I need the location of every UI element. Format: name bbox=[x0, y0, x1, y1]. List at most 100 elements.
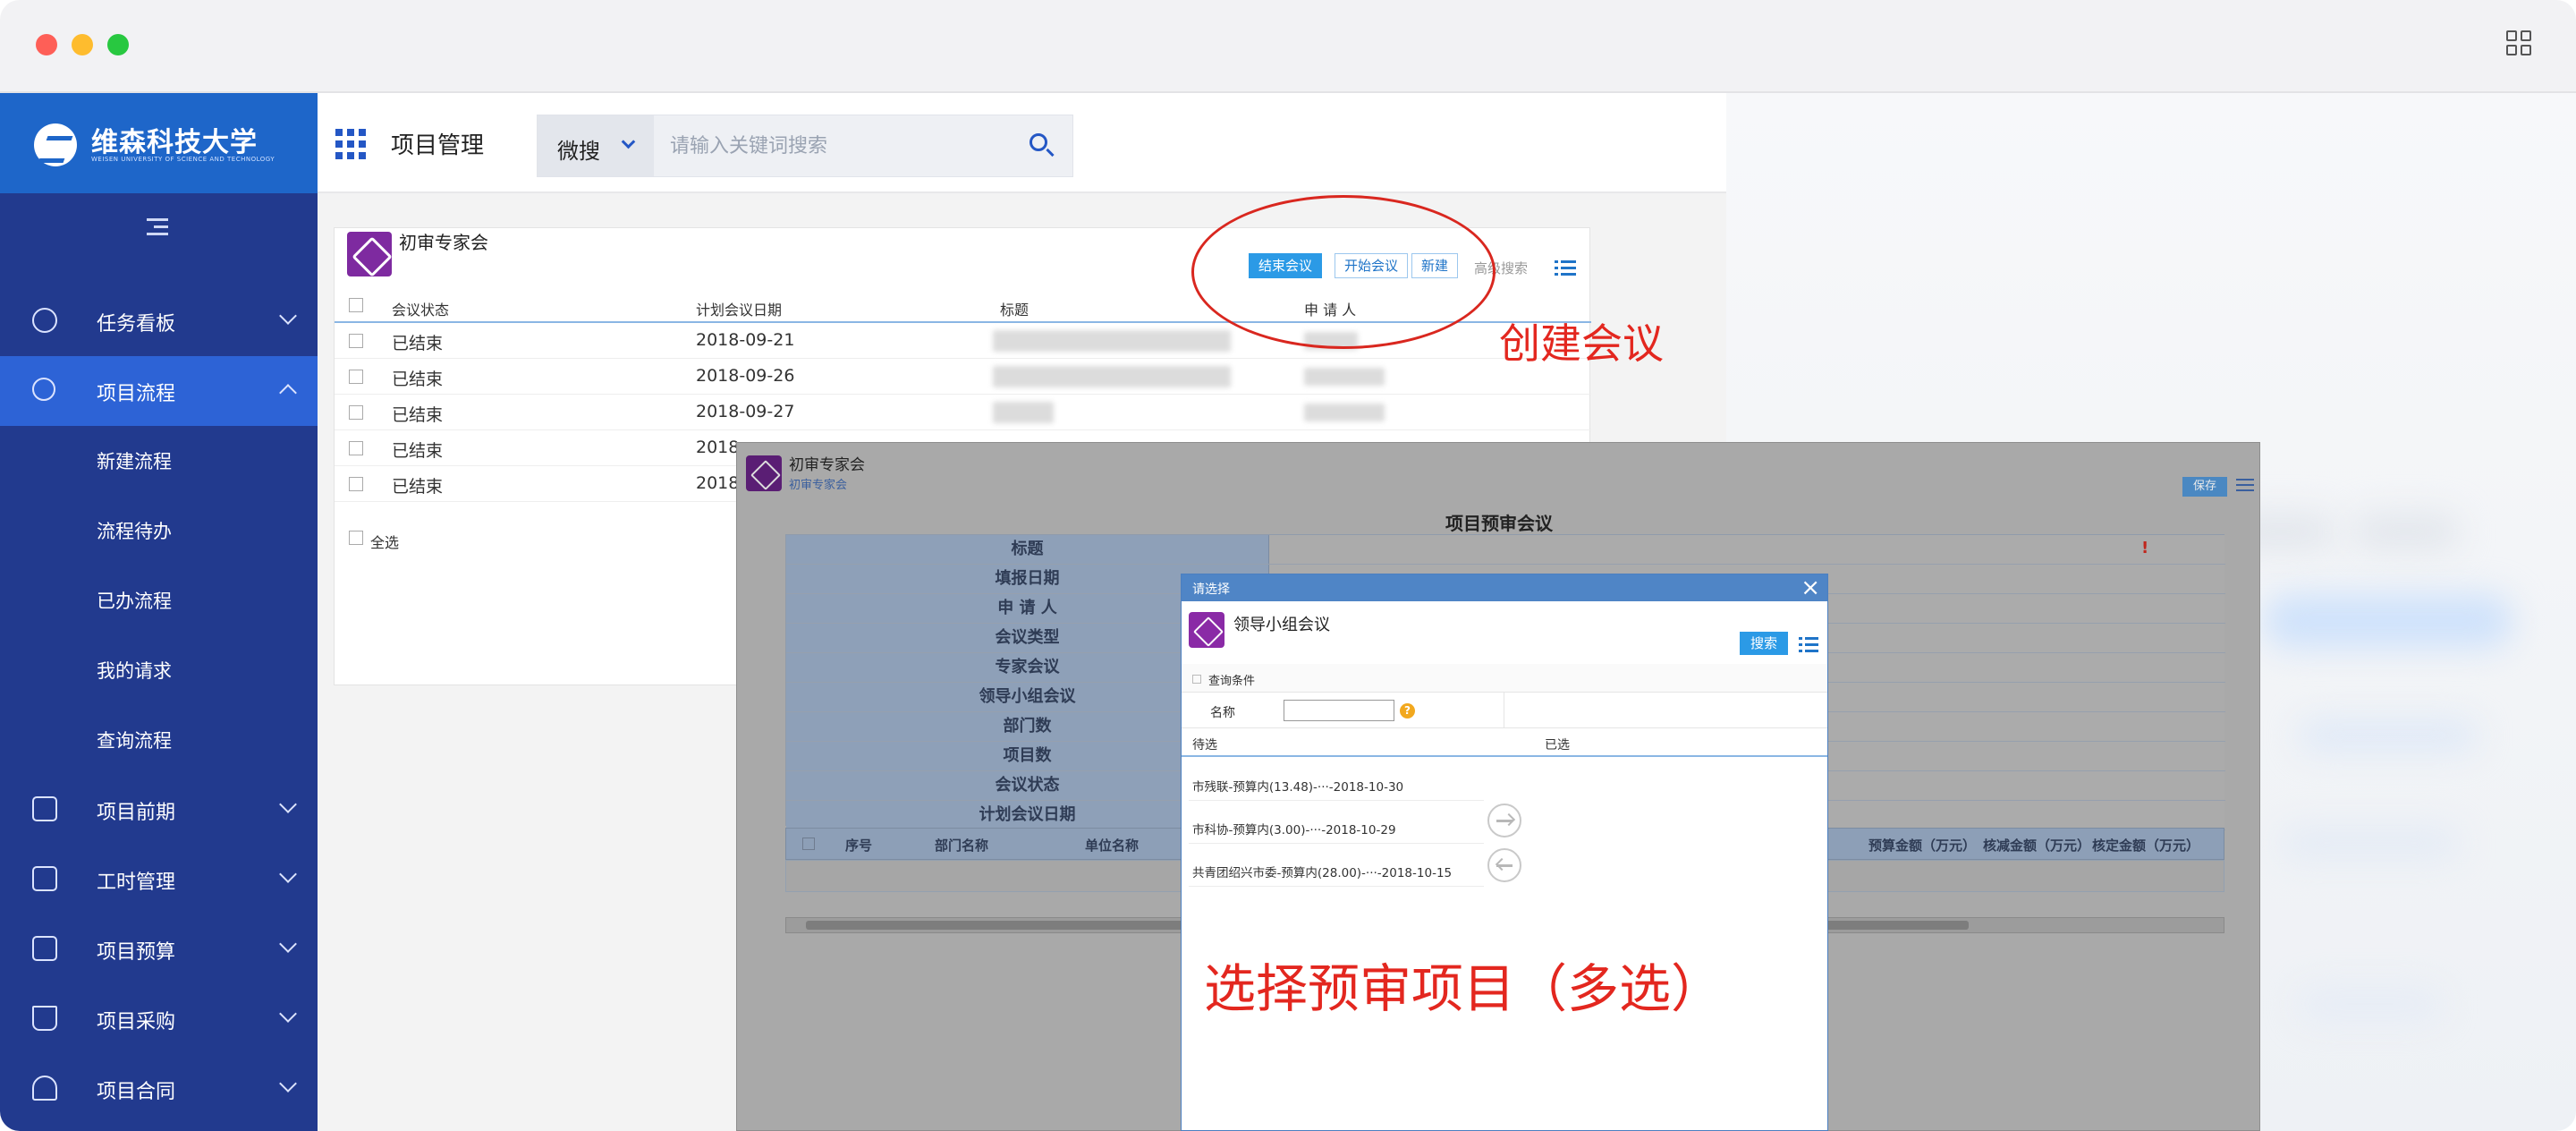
sidebar-item-label: 任务看板 bbox=[97, 313, 176, 336]
title-bar bbox=[0, 0, 2576, 93]
chevron-down-icon bbox=[279, 1075, 297, 1093]
field-label: 标题 bbox=[786, 535, 1269, 564]
stamp-icon bbox=[32, 1076, 57, 1101]
row-checkbox[interactable] bbox=[349, 334, 363, 348]
list-view-icon[interactable] bbox=[1555, 259, 1576, 276]
sidebar-item-project-flow[interactable]: 项目流程 bbox=[0, 356, 318, 426]
chevron-down-icon bbox=[279, 1005, 297, 1023]
collapse-toggle-icon[interactable] bbox=[1192, 675, 1201, 684]
selected-label: 已选 bbox=[1545, 738, 1570, 753]
grid-icon[interactable] bbox=[2506, 30, 2533, 57]
sidebar-item-contract[interactable]: 项目合同 bbox=[0, 1054, 318, 1124]
redacted-title bbox=[993, 330, 1231, 352]
dialog-search-button[interactable]: 搜索 bbox=[1740, 632, 1788, 655]
grid-col-budget: 预算金额（万元） bbox=[1868, 838, 1977, 854]
grid-header-checkbox[interactable] bbox=[802, 838, 815, 850]
form-breadcrumb[interactable]: 初审专家会 bbox=[789, 475, 847, 492]
top-header: 项目管理 微搜 bbox=[318, 93, 1726, 193]
list-view-icon[interactable] bbox=[1799, 635, 1818, 653]
sidebar-subitem-label: 我的请求 bbox=[97, 660, 172, 682]
column-header-status: 会议状态 bbox=[392, 302, 450, 319]
row-status: 已结束 bbox=[392, 370, 444, 389]
sidebar-item-pre-project[interactable]: 项目前期 bbox=[0, 775, 318, 845]
row-checkbox[interactable] bbox=[349, 441, 363, 455]
budget-icon bbox=[32, 936, 57, 961]
divider bbox=[1189, 843, 1484, 844]
candidate-item[interactable]: 市残联-预算内(13.48)-···-2018-10-30 bbox=[1192, 777, 1403, 795]
row-status: 已结束 bbox=[392, 334, 444, 353]
form-heading: 项目预审会议 bbox=[1445, 513, 1553, 534]
query-conditions-section[interactable]: 查询条件 bbox=[1182, 664, 1827, 693]
sidebar-subitem-label: 已办流程 bbox=[97, 591, 172, 612]
brand-title: 维森科技大学 bbox=[91, 127, 258, 158]
zoom-window-button[interactable] bbox=[107, 34, 129, 55]
title-field[interactable]: ! bbox=[1270, 535, 2224, 564]
sidebar-subitem-query-flow[interactable]: 查询流程 bbox=[0, 705, 318, 775]
sidebar-subitem-label: 查询流程 bbox=[97, 730, 172, 752]
help-icon[interactable]: ? bbox=[1400, 703, 1415, 719]
dashboard-icon bbox=[32, 308, 57, 333]
name-label: 名称 bbox=[1210, 706, 1235, 720]
selection-columns: 待选 已选 bbox=[1182, 728, 1827, 757]
page-title: 项目管理 bbox=[391, 132, 485, 159]
meeting-module-icon bbox=[347, 232, 392, 276]
meeting-list-title: 初审专家会 bbox=[399, 232, 488, 253]
search-bar: 微搜 bbox=[537, 115, 1073, 177]
chevron-down-icon bbox=[279, 307, 297, 325]
name-input[interactable] bbox=[1284, 700, 1394, 721]
collapse-icon[interactable] bbox=[147, 218, 170, 236]
sidebar-item-timesheet[interactable]: 工时管理 bbox=[0, 845, 318, 914]
sidebar-item-label: 项目前期 bbox=[97, 802, 176, 824]
sidebar-item-label: 工时管理 bbox=[97, 872, 176, 894]
brand-bar: 维森科技大学 WEISEN UNIVERSITY OF SCIENCE AND … bbox=[0, 93, 318, 193]
candidate-item[interactable]: 共青团绍兴市委-预算内(28.00)-···-2018-10-15 bbox=[1192, 863, 1452, 880]
row-checkbox[interactable] bbox=[349, 370, 363, 384]
header-checkbox[interactable] bbox=[349, 298, 363, 312]
redacted-applicant bbox=[1304, 404, 1385, 421]
chevron-down-icon bbox=[621, 134, 636, 149]
minimize-window-button[interactable] bbox=[72, 34, 93, 55]
candidate-item[interactable]: 市科协-预算内(3.00)-···-2018-10-29 bbox=[1192, 820, 1396, 838]
column-header-title: 标题 bbox=[1000, 302, 1030, 319]
dialog-title: 领导小组会议 bbox=[1233, 616, 1330, 634]
close-window-button[interactable] bbox=[36, 34, 57, 55]
search-icon[interactable] bbox=[1028, 132, 1056, 160]
list-icon bbox=[32, 866, 57, 891]
remove-selected-arrow-icon[interactable] bbox=[1487, 848, 1521, 882]
sidebar-item-procurement[interactable]: 项目采购 bbox=[0, 984, 318, 1054]
sidebar-item-budget[interactable]: 项目预算 bbox=[0, 914, 318, 984]
annotation-ellipse bbox=[1191, 195, 1496, 349]
search-scope-label: 微搜 bbox=[557, 139, 600, 164]
search-scope-select[interactable]: 微搜 bbox=[538, 115, 654, 176]
form-row-title: 标题 ! bbox=[786, 535, 2225, 565]
redacted-title bbox=[993, 402, 1054, 423]
app-window: 维森科技大学 WEISEN UNIVERSITY OF SCIENCE AND … bbox=[0, 0, 2576, 1131]
list-view-icon[interactable] bbox=[2236, 477, 2254, 493]
divider bbox=[1189, 886, 1484, 887]
sidebar-item-task-board[interactable]: 任务看板 bbox=[0, 286, 318, 356]
row-status: 已结束 bbox=[392, 441, 444, 461]
sidebar-subitem-done-flow[interactable]: 已办流程 bbox=[0, 566, 318, 635]
sidebar-subitem-label: 新建流程 bbox=[97, 451, 172, 472]
meeting-module-icon bbox=[746, 455, 782, 491]
row-checkbox[interactable] bbox=[349, 477, 363, 491]
search-input[interactable] bbox=[670, 126, 1010, 166]
sidebar-subitem-my-requests[interactable]: 我的请求 bbox=[0, 635, 318, 705]
required-icon: ! bbox=[2141, 539, 2149, 557]
close-icon[interactable]: × bbox=[1801, 574, 1820, 601]
sidebar-item-label: 项目预算 bbox=[97, 941, 176, 964]
dialog-title-bar: 请选择 × bbox=[1182, 574, 1827, 601]
sidebar-subitem-flow-todo[interactable]: 流程待办 bbox=[0, 496, 318, 566]
row-date: 2018 bbox=[696, 438, 740, 457]
apps-grid-icon[interactable] bbox=[335, 129, 366, 159]
table-row[interactable]: 已结束 2018-09-26 bbox=[335, 359, 1591, 395]
save-button[interactable]: 保存 bbox=[2182, 477, 2227, 497]
table-row[interactable]: 已结束 2018-09-27 bbox=[335, 395, 1591, 430]
sidebar-subitem-new-flow[interactable]: 新建流程 bbox=[0, 426, 318, 496]
select-all-checkbox[interactable] bbox=[349, 531, 363, 545]
row-checkbox[interactable] bbox=[349, 405, 363, 420]
grid-col-unit: 单位名称 bbox=[1085, 838, 1140, 854]
select-dialog: 请选择 × 领导小组会议 搜索 查询条件 名称 ? 待选 已选 市残联-预算内(… bbox=[1181, 574, 1828, 1131]
add-selected-arrow-icon[interactable] bbox=[1487, 804, 1521, 838]
query-conditions-label: 查询条件 bbox=[1208, 675, 1256, 688]
